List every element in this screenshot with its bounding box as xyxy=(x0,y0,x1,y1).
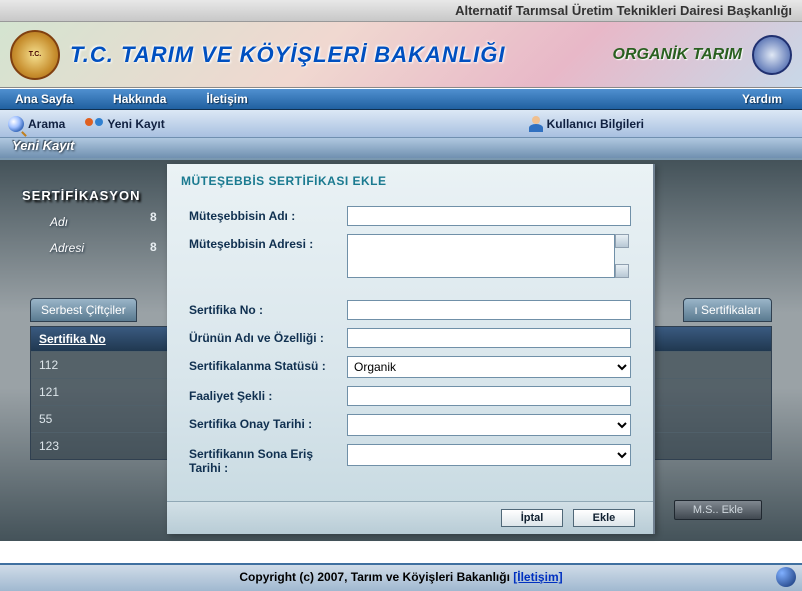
textarea-expand-icon[interactable] xyxy=(615,234,629,248)
label-sertifika-no: Sertifika No : xyxy=(189,300,347,317)
nav-contact[interactable]: İletişim xyxy=(206,92,247,106)
toolbar-newrec-label: Yeni Kayıt xyxy=(107,117,164,131)
left-adi-label: Adı xyxy=(50,215,162,229)
label-adresi: Müteşebbisin Adresi : xyxy=(189,234,347,251)
toolbar: Arama Yeni Kayıt Kullanıcı Bilgileri xyxy=(0,110,802,138)
input-faaliyet-sekli[interactable] xyxy=(347,386,631,406)
secondary-logo-icon xyxy=(752,35,792,75)
modal-body: Müteşebbisin Adı : Müteşebbisin Adresi :… xyxy=(167,194,653,502)
nav-about[interactable]: Hakkında xyxy=(113,92,166,106)
select-sertifikalanma-statusu[interactable]: Organik xyxy=(347,356,631,378)
section-label-text: Yeni Kayıt xyxy=(12,138,74,153)
input-sertifika-no[interactable] xyxy=(347,300,631,320)
footer-copyright: Copyright (c) 2007, Tarım ve Köyişleri B… xyxy=(239,570,513,584)
label-onay-tarihi: Sertifika Onay Tarihi : xyxy=(189,414,347,431)
globe-icon[interactable] xyxy=(776,567,796,587)
left-heading: SERTİFİKASYON xyxy=(22,188,162,203)
input-mutesebbis-adi[interactable] xyxy=(347,206,631,226)
footer-contact-link[interactable]: [İletişim] xyxy=(513,570,562,584)
modal-footer: İptal Ekle xyxy=(167,502,653,534)
label-urun: Ürünün Adı ve Özelliği : xyxy=(189,328,347,345)
input-urun-adi[interactable] xyxy=(347,328,631,348)
add-certificate-modal: MÜTEŞEBBİS SERTİFİKASI EKLE Müteşebbisin… xyxy=(167,164,655,534)
header-banner: T.C. T.C. TARIM VE KÖYİŞLERİ BAKANLIĞI O… xyxy=(0,22,802,88)
select-onay-tarihi[interactable] xyxy=(347,414,631,436)
users-icon xyxy=(85,116,103,132)
ministry-logo-icon: T.C. xyxy=(10,30,60,80)
input-mutesebbis-adresi[interactable] xyxy=(347,234,615,278)
main-nav: Ana Sayfa Hakkında İletişim Yardım xyxy=(0,88,802,110)
modal-title: MÜTEŞEBBİS SERTİFİKASI EKLE xyxy=(167,164,653,194)
nav-home[interactable]: Ana Sayfa xyxy=(15,92,73,106)
page-title: T.C. TARIM VE KÖYİŞLERİ BAKANLIĞI xyxy=(70,42,506,68)
toolbar-new-record[interactable]: Yeni Kayıt xyxy=(85,116,164,132)
cancel-button[interactable]: İptal xyxy=(501,509,563,527)
toolbar-userinfo-label: Kullanıcı Bilgileri xyxy=(547,117,644,131)
select-sona-eris-tarihi[interactable] xyxy=(347,444,631,466)
left-adresi-value: 8 xyxy=(150,240,157,254)
toolbar-search[interactable]: Arama xyxy=(8,116,65,132)
left-summary: SERTİFİKASYON Adı Adresi xyxy=(22,188,162,255)
label-faaliyet: Faaliyet Şekli : xyxy=(189,386,347,403)
bg-tab-serbest[interactable]: Serbest Çiftçiler xyxy=(30,298,137,322)
label-sona-eris: Sertifikanın Sona Eriş Tarihi : xyxy=(189,444,347,475)
left-adresi-label: Adresi xyxy=(50,241,162,255)
ms-ekle-button[interactable]: M.S.. Ekle xyxy=(674,500,762,520)
user-icon xyxy=(529,116,543,132)
label-adi: Müteşebbisin Adı : xyxy=(189,206,347,223)
toolbar-user-info[interactable]: Kullanıcı Bilgileri xyxy=(529,116,644,132)
footer: Copyright (c) 2007, Tarım ve Köyişleri B… xyxy=(0,563,802,591)
textarea-collapse-icon[interactable] xyxy=(615,264,629,278)
label-statu: Sertifikalanma Statüsü : xyxy=(189,356,347,373)
department-bar: Alternatif Tarımsal Üretim Teknikleri Da… xyxy=(0,0,802,22)
toolbar-search-label: Arama xyxy=(28,117,65,131)
search-icon xyxy=(8,116,24,132)
department-text: Alternatif Tarımsal Üretim Teknikleri Da… xyxy=(455,3,792,18)
section-label: Yeni Kayıt xyxy=(0,138,802,158)
organik-tarim-label: ORGANİK TARIM xyxy=(613,46,742,64)
nav-help[interactable]: Yardım xyxy=(742,92,782,106)
left-adi-value: 8 xyxy=(150,210,157,224)
bg-tab-sertifikalari[interactable]: ı Sertifikaları xyxy=(683,298,772,322)
add-button[interactable]: Ekle xyxy=(573,509,635,527)
